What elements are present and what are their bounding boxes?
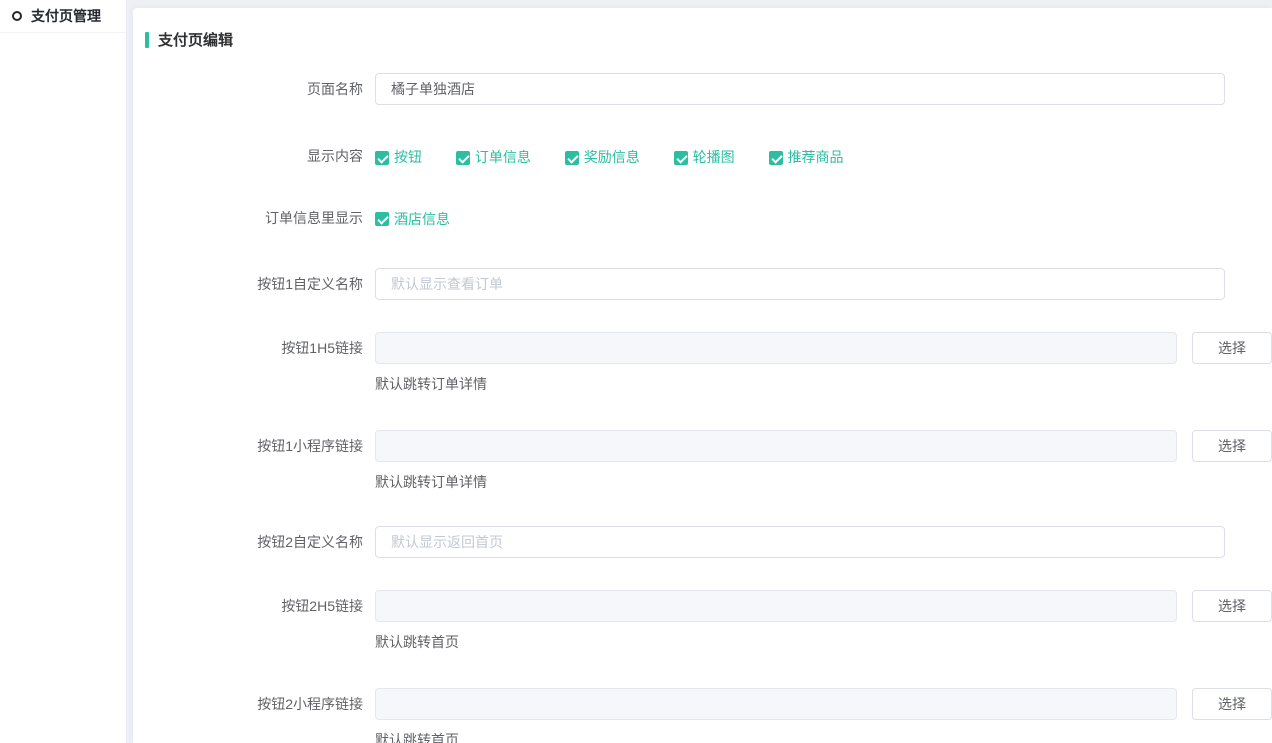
button1-h5-link-label: 按钮1H5链接 bbox=[133, 332, 375, 364]
checkbox-carousel[interactable]: 轮播图 bbox=[674, 148, 735, 167]
checkbox-button[interactable]: 按钮 bbox=[375, 148, 422, 167]
checked-checkbox-icon bbox=[674, 151, 688, 165]
checked-checkbox-icon bbox=[456, 151, 470, 165]
form-row-display-content: 显示内容 按钮 订单信息 奖励信息 轮播图 推荐商品 bbox=[133, 147, 1272, 168]
checkbox-reward-info[interactable]: 奖励信息 bbox=[565, 148, 640, 167]
page-title: 支付页编辑 bbox=[145, 30, 1272, 49]
checkbox-label: 推荐商品 bbox=[788, 148, 844, 167]
form-row-button1-miniprogram-link: 按钮1小程序链接 选择 默认跳转订单详情 bbox=[133, 430, 1272, 490]
button1-miniprogram-link-helper: 默认跳转订单详情 bbox=[375, 475, 1272, 490]
button2-custom-name-label: 按钮2自定义名称 bbox=[133, 526, 375, 558]
form-row-button2-h5-link: 按钮2H5链接 选择 默认跳转首页 bbox=[133, 590, 1272, 650]
button2-miniprogram-link-helper: 默认跳转首页 bbox=[375, 733, 1272, 743]
button1-miniprogram-link-label: 按钮1小程序链接 bbox=[133, 430, 375, 462]
checkbox-label: 轮播图 bbox=[693, 148, 735, 167]
button1-custom-name-input[interactable] bbox=[375, 268, 1225, 300]
form-row-button1-custom-name: 按钮1自定义名称 bbox=[133, 268, 1272, 300]
sidebar-item-label: 支付页管理 bbox=[31, 6, 101, 26]
checkbox-order-info[interactable]: 订单信息 bbox=[456, 148, 531, 167]
form-row-button2-miniprogram-link: 按钮2小程序链接 选择 默认跳转首页 bbox=[133, 688, 1272, 743]
checked-checkbox-icon bbox=[375, 151, 389, 165]
button2-miniprogram-link-label: 按钮2小程序链接 bbox=[133, 688, 375, 720]
order-info-display-label: 订单信息里显示 bbox=[133, 209, 375, 228]
payment-page-edit-panel: 支付页编辑 页面名称 显示内容 按钮 订单信息 奖励信息 轮播图 bbox=[133, 8, 1272, 743]
button1-custom-name-label: 按钮1自定义名称 bbox=[133, 268, 375, 300]
button2-miniprogram-link-input[interactable] bbox=[375, 688, 1177, 720]
button2-h5-link-select-button[interactable]: 选择 bbox=[1192, 590, 1272, 622]
button2-h5-link-label: 按钮2H5链接 bbox=[133, 590, 375, 622]
checkbox-hotel-info[interactable]: 酒店信息 bbox=[375, 210, 450, 229]
button1-miniprogram-link-select-button[interactable]: 选择 bbox=[1192, 430, 1272, 462]
checkbox-label: 按钮 bbox=[394, 148, 422, 167]
checked-checkbox-icon bbox=[375, 212, 389, 226]
checkbox-recommended-products[interactable]: 推荐商品 bbox=[769, 148, 844, 167]
page-title-text: 支付页编辑 bbox=[158, 29, 233, 50]
checkbox-label: 酒店信息 bbox=[394, 210, 450, 229]
form-row-page-name: 页面名称 bbox=[133, 73, 1272, 105]
display-content-label: 显示内容 bbox=[133, 147, 375, 166]
sidebar: 支付页管理 bbox=[0, 0, 127, 743]
form-row-order-info-display: 订单信息里显示 酒店信息 bbox=[133, 209, 1272, 230]
checkbox-label: 奖励信息 bbox=[584, 148, 640, 167]
title-accent-bar bbox=[145, 32, 149, 48]
button2-custom-name-input[interactable] bbox=[375, 526, 1225, 558]
button1-h5-link-helper: 默认跳转订单详情 bbox=[375, 377, 1272, 392]
checkbox-label: 订单信息 bbox=[475, 148, 531, 167]
button2-h5-link-input[interactable] bbox=[375, 590, 1177, 622]
page-name-label: 页面名称 bbox=[133, 73, 375, 105]
checked-checkbox-icon bbox=[769, 151, 783, 165]
button1-h5-link-select-button[interactable]: 选择 bbox=[1192, 332, 1272, 364]
form-row-button2-custom-name: 按钮2自定义名称 bbox=[133, 526, 1272, 558]
sidebar-item-payment-page-management[interactable]: 支付页管理 bbox=[0, 0, 126, 33]
button1-miniprogram-link-input[interactable] bbox=[375, 430, 1177, 462]
checked-checkbox-icon bbox=[565, 151, 579, 165]
form-row-button1-h5-link: 按钮1H5链接 选择 默认跳转订单详情 bbox=[133, 332, 1272, 392]
button2-miniprogram-link-select-button[interactable]: 选择 bbox=[1192, 688, 1272, 720]
page-name-input[interactable] bbox=[375, 73, 1225, 105]
button1-h5-link-input[interactable] bbox=[375, 332, 1177, 364]
button2-h5-link-helper: 默认跳转首页 bbox=[375, 635, 1272, 650]
circle-icon bbox=[12, 11, 22, 21]
